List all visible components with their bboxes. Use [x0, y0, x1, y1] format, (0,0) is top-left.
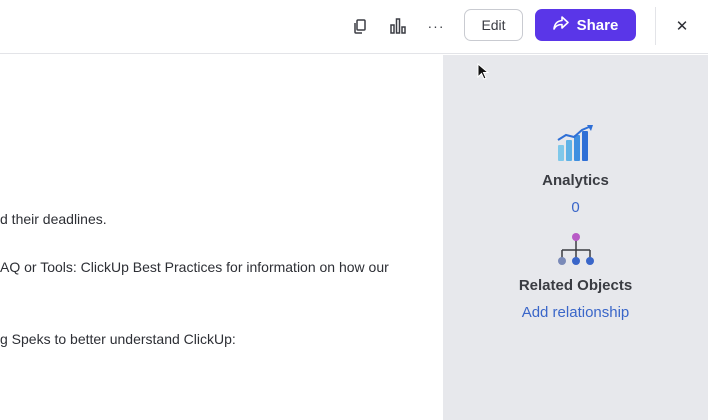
share-label: Share [576, 16, 619, 34]
top-toolbar: ··· Edit Share ✕ [0, 0, 708, 54]
mouse-cursor-icon [477, 62, 490, 86]
text-line-3: g Speks to better understand ClickUp: [0, 331, 236, 347]
share-button[interactable]: Share [535, 9, 636, 41]
side-panel: Analytics 0 Related Objects Add relation… [443, 55, 708, 420]
hierarchy-icon [443, 232, 708, 273]
edit-button[interactable]: Edit [464, 9, 523, 41]
copy-icon[interactable] [348, 14, 372, 38]
related-objects-title: Related Objects [518, 277, 633, 294]
more-icon[interactable]: ··· [424, 14, 448, 38]
toolbar-divider [655, 7, 656, 45]
text-line-1: d their deadlines. [0, 211, 107, 227]
close-icon[interactable]: ✕ [670, 14, 694, 38]
text-line-2: AQ or Tools: ClickUp Best Practices for … [0, 259, 389, 275]
analytics-icon [443, 125, 708, 168]
analytics-count[interactable]: 0 [443, 199, 708, 216]
bar-chart-icon[interactable] [386, 14, 410, 38]
share-icon [552, 16, 569, 34]
document-body: d their deadlines. AQ or Tools: ClickUp … [0, 55, 443, 420]
add-relationship-link[interactable]: Add relationship [443, 304, 708, 321]
analytics-title: Analytics [542, 172, 609, 189]
